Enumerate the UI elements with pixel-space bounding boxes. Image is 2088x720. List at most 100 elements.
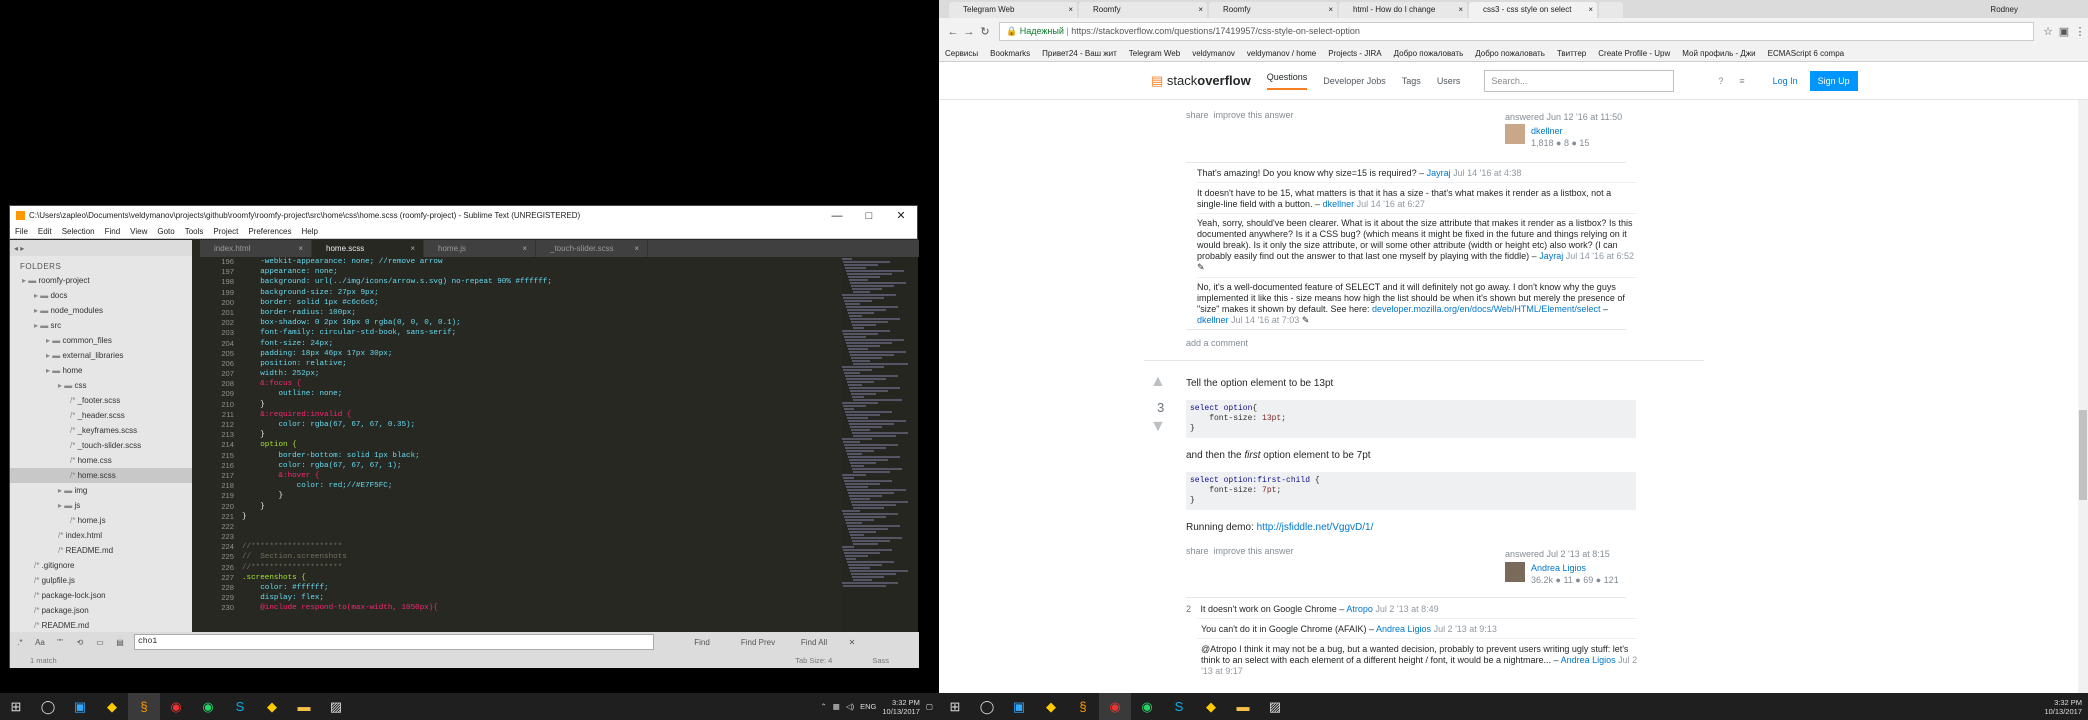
photoshop-icon[interactable]: ▣: [1003, 693, 1035, 720]
tree-item[interactable]: /* home.scss: [10, 468, 192, 483]
tree-item[interactable]: ▸ ▬ home: [10, 363, 192, 378]
whole-word-toggle-icon[interactable]: "": [50, 638, 70, 647]
start-icon[interactable]: ⊞: [939, 693, 971, 720]
volume-icon[interactable]: ◁): [846, 702, 854, 711]
comment-user[interactable]: Andrea Ligios: [1561, 655, 1616, 665]
photoshop-icon[interactable]: ▣: [64, 693, 96, 720]
tree-item[interactable]: /* index.html: [10, 528, 192, 543]
language-indicator[interactable]: ENG: [860, 702, 876, 711]
editor-tab[interactable]: home.scss ×: [312, 240, 424, 257]
user-link[interactable]: dkellner: [1531, 126, 1563, 136]
improve-link[interactable]: improve this answer: [1214, 110, 1294, 120]
comment-date[interactable]: Jul 14 '16 at 6:52: [1566, 251, 1634, 261]
comment-date[interactable]: Jul 14 '16 at 4:38: [1453, 168, 1521, 178]
tree-item[interactable]: ▸ ▬ css: [10, 378, 192, 393]
menu-selection[interactable]: Selection: [57, 227, 100, 236]
regex-toggle-icon[interactable]: .*: [10, 638, 30, 647]
browser-tab[interactable]: css3 - css style on select ×: [1469, 2, 1597, 18]
tree-item[interactable]: /* package-lock.json: [10, 588, 192, 603]
bookmark-item[interactable]: Projects - JIRA: [1328, 49, 1381, 58]
maximize-icon[interactable]: □: [853, 210, 885, 222]
chrome-icon[interactable]: ◉: [160, 693, 192, 720]
find-prev-button[interactable]: Find Prev: [730, 638, 786, 647]
menu-find[interactable]: Find: [100, 227, 126, 236]
profile-name[interactable]: Rodney: [1990, 5, 2088, 14]
tree-item[interactable]: /* _header.scss: [10, 408, 192, 423]
visual-studio-code-icon[interactable]: ◆: [1035, 693, 1067, 720]
syntax-indicator[interactable]: Sass: [872, 656, 889, 665]
tree-item[interactable]: /* README.md: [10, 543, 192, 558]
extensions-icon[interactable]: ▣: [2056, 25, 2072, 38]
scrollbar-thumb[interactable]: [2079, 410, 2087, 500]
sidebar-nav-arrows[interactable]: ◂ ▸: [10, 240, 192, 256]
tree-item[interactable]: /* home.js: [10, 513, 192, 528]
demo-link[interactable]: http://jsfiddle.net/VggvD/1/: [1257, 522, 1374, 533]
tree-item[interactable]: ▸ ▬ roomfy-project: [10, 273, 192, 288]
file-explorer-icon[interactable]: ▬: [1227, 693, 1259, 720]
notifications-icon[interactable]: ▢: [926, 702, 933, 711]
tree-item[interactable]: ▸ ▬ docs: [10, 288, 192, 303]
chrome-icon[interactable]: ◉: [1099, 693, 1131, 720]
close-find-icon[interactable]: ✕: [842, 638, 862, 647]
share-link[interactable]: share: [1186, 546, 1209, 556]
editor-tab[interactable]: index.html ×: [200, 240, 312, 257]
tab-close-icon[interactable]: ×: [1458, 2, 1463, 18]
tree-item[interactable]: /* .gitignore: [10, 558, 192, 573]
bookmark-item[interactable]: Добро пожаловать: [1475, 49, 1545, 58]
nav-users[interactable]: Users: [1437, 76, 1461, 86]
git-icon[interactable]: ◆: [1195, 693, 1227, 720]
tree-item[interactable]: /* _keyframes.scss: [10, 423, 192, 438]
bookmark-item[interactable]: Мой профиль - Джи: [1682, 49, 1755, 58]
tree-item[interactable]: ▸ ▬ js: [10, 498, 192, 513]
photos-icon[interactable]: ▨: [1259, 693, 1291, 720]
tab-close-icon[interactable]: ×: [522, 240, 527, 257]
find-input[interactable]: cho1: [134, 634, 654, 650]
menu-goto[interactable]: Goto: [152, 227, 179, 236]
menu-file[interactable]: File: [10, 227, 33, 236]
bookmark-item[interactable]: Привет24 - Ваш жит: [1042, 49, 1117, 58]
user-link[interactable]: Andrea Ligios: [1531, 563, 1586, 573]
case-toggle-icon[interactable]: Aa: [30, 638, 50, 647]
bookmark-item[interactable]: Create Profile - Upw: [1598, 49, 1670, 58]
sublime-taskbar-icon[interactable]: §: [1067, 693, 1099, 720]
tab-close-icon[interactable]: ×: [634, 240, 639, 257]
browser-tab[interactable]: html - How do I change ×: [1339, 2, 1467, 18]
star-icon[interactable]: ☆: [2040, 25, 2056, 38]
whatsapp-icon[interactable]: ◉: [1131, 693, 1163, 720]
page-scrollbar[interactable]: [2078, 100, 2088, 693]
network-icon[interactable]: ▦: [833, 702, 840, 711]
menu-project[interactable]: Project: [208, 227, 243, 236]
bookmark-item[interactable]: Сервисы: [945, 49, 978, 58]
nav-tags[interactable]: Tags: [1402, 76, 1421, 86]
tree-item[interactable]: ▸ ▬ external_libraries: [10, 348, 192, 363]
avatar[interactable]: [1505, 562, 1525, 582]
comment-link[interactable]: developer.mozilla.org/en/docs/Web/HTML/E…: [1372, 304, 1600, 314]
login-link[interactable]: Log In: [1773, 76, 1798, 86]
skype-icon[interactable]: S: [224, 693, 256, 720]
bookmark-item[interactable]: ECMAScript 6 compa: [1768, 49, 1844, 58]
bookmark-item[interactable]: Твиттер: [1557, 49, 1586, 58]
comment-date[interactable]: Jul 2 '13 at 9:13: [1434, 624, 1497, 634]
cortana-icon[interactable]: ◯: [32, 693, 64, 720]
comment-user[interactable]: Andrea Ligios: [1376, 624, 1431, 634]
downvote-icon[interactable]: ▼: [1150, 418, 1166, 436]
comment-user[interactable]: dkellner: [1323, 199, 1355, 209]
comment-user[interactable]: Jayraj: [1427, 168, 1451, 178]
back-icon[interactable]: ←: [945, 26, 961, 38]
menu-view[interactable]: View: [125, 227, 152, 236]
help-icon[interactable]: ?: [1718, 76, 1723, 86]
minimize-icon[interactable]: —: [821, 210, 853, 222]
new-tab-button[interactable]: [1599, 2, 1623, 18]
editor-tab[interactable]: _touch-slider.scss ×: [536, 240, 648, 257]
comment-user[interactable]: Jayraj: [1539, 251, 1563, 261]
bookmark-item[interactable]: Добро пожаловать: [1394, 49, 1464, 58]
upvote-icon[interactable]: ▲: [1150, 373, 1166, 391]
skype-icon[interactable]: S: [1163, 693, 1195, 720]
search-input[interactable]: Search...: [1484, 69, 1675, 92]
clock[interactable]: 3:32 PM 10/13/2017: [882, 698, 920, 716]
signup-button[interactable]: Sign Up: [1809, 70, 1858, 91]
comment-user[interactable]: dkellner: [1197, 315, 1229, 325]
start-icon[interactable]: ⊞: [0, 693, 32, 720]
menu-tools[interactable]: Tools: [180, 227, 209, 236]
tab-size-indicator[interactable]: Tab Size: 4: [795, 656, 832, 665]
